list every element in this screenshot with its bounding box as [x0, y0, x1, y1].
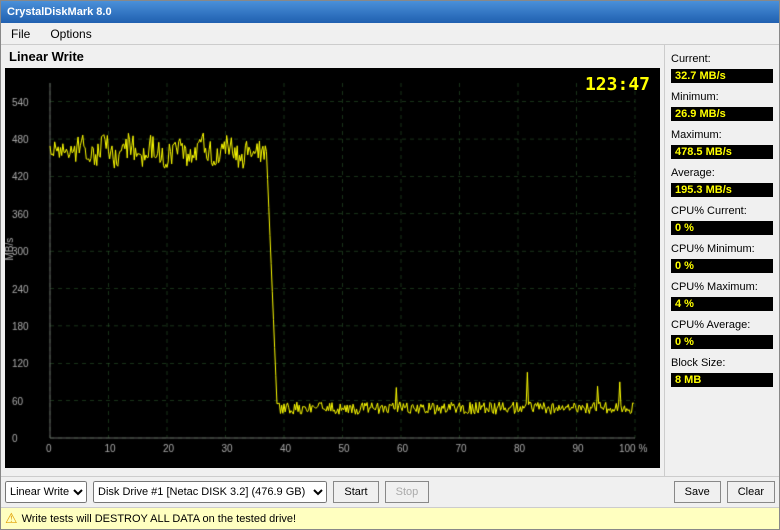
start-button[interactable]: Start — [333, 481, 378, 503]
warning-text: Write tests will DESTROY ALL DATA on the… — [22, 513, 297, 525]
main-panel: Linear Write 123:47 — [1, 45, 664, 476]
chart-canvas — [5, 68, 660, 468]
chart-container: 123:47 — [5, 68, 660, 468]
cpu-current-value: 0 % — [671, 221, 773, 235]
cpu-minimum-value: 0 % — [671, 259, 773, 273]
save-button[interactable]: Save — [674, 481, 721, 503]
stop-button[interactable]: Stop — [385, 481, 430, 503]
average-label: Average: — [671, 167, 773, 179]
block-size-label: Block Size: — [671, 357, 773, 369]
block-size-value: 8 MB — [671, 373, 773, 387]
timer-display: 123:47 — [585, 74, 650, 95]
cpu-minimum-label: CPU% Minimum: — [671, 243, 773, 255]
bottom-controls: Linear Write Disk Drive #1 [Netac DISK 3… — [1, 476, 779, 507]
drive-select[interactable]: Disk Drive #1 [Netac DISK 3.2] (476.9 GB… — [93, 481, 327, 503]
warning-icon: ⚠ — [5, 510, 18, 527]
minimum-label: Minimum: — [671, 91, 773, 103]
sidebar: Current: 32.7 MB/s Minimum: 26.9 MB/s Ma… — [664, 45, 779, 476]
chart-title: Linear Write — [5, 49, 660, 64]
maximum-value: 478.5 MB/s — [671, 145, 773, 159]
titlebar-label: CrystalDiskMark 8.0 — [7, 6, 112, 18]
menu-file[interactable]: File — [5, 25, 36, 43]
cpu-average-label: CPU% Average: — [671, 319, 773, 331]
current-label: Current: — [671, 53, 773, 65]
minimum-value: 26.9 MB/s — [671, 107, 773, 121]
average-value: 195.3 MB/s — [671, 183, 773, 197]
cpu-average-value: 0 % — [671, 335, 773, 349]
current-value: 32.7 MB/s — [671, 69, 773, 83]
maximum-label: Maximum: — [671, 129, 773, 141]
content-area: Linear Write 123:47 Current: 32.7 MB/s M… — [1, 45, 779, 476]
menubar: File Options — [1, 23, 779, 45]
warning-bar: ⚠ Write tests will DESTROY ALL DATA on t… — [1, 507, 779, 529]
test-type-select[interactable]: Linear Write — [5, 481, 87, 503]
cpu-current-label: CPU% Current: — [671, 205, 773, 217]
cpu-maximum-label: CPU% Maximum: — [671, 281, 773, 293]
menu-options[interactable]: Options — [44, 25, 97, 43]
main-window: CrystalDiskMark 8.0 File Options Linear … — [0, 0, 780, 530]
titlebar: CrystalDiskMark 8.0 — [1, 1, 779, 23]
cpu-maximum-value: 4 % — [671, 297, 773, 311]
clear-button[interactable]: Clear — [727, 481, 775, 503]
